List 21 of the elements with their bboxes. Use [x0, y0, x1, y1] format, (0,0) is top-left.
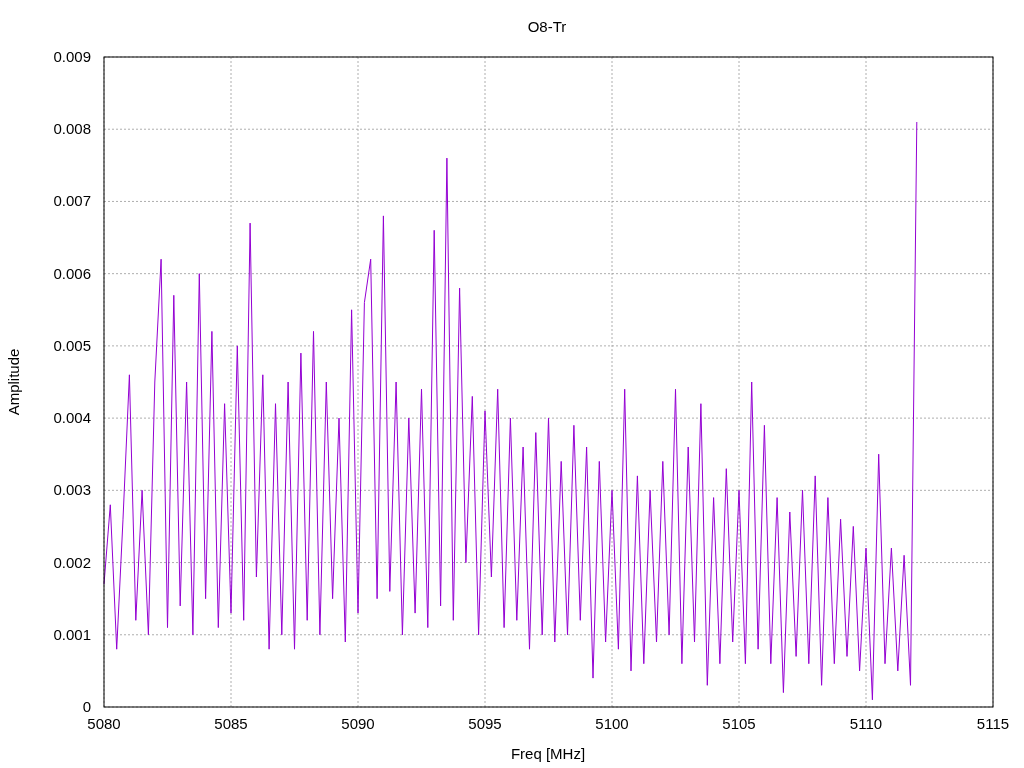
tick-label: 0.004: [53, 409, 91, 427]
tick-label: 5110: [849, 715, 883, 732]
tick-label: 5095: [468, 715, 502, 732]
tick-label: 5090: [341, 715, 375, 732]
axis-label: Amplitude: [5, 348, 22, 416]
tick-label: 0.003: [53, 481, 91, 499]
tick-label: 0.002: [53, 553, 91, 571]
tick-label: 5100: [595, 715, 629, 732]
tick-label: 0.005: [53, 336, 91, 354]
tick-label: 0.009: [53, 48, 91, 65]
tick-label: 0.008: [53, 120, 91, 138]
tick-label: 0: [82, 698, 91, 715]
tick-label: 0.001: [53, 625, 91, 643]
tick-label: 0.006: [53, 264, 91, 282]
tick-label: 5080: [87, 715, 121, 732]
tick-label: 5105: [722, 715, 756, 732]
chart-title: O8-Tr: [527, 18, 567, 35]
axis-label: Freq [MHz]: [510, 745, 586, 762]
tick-label: 5115: [976, 715, 1010, 732]
tick-label: 5085: [214, 715, 248, 732]
tick-label: 0.007: [53, 192, 91, 210]
